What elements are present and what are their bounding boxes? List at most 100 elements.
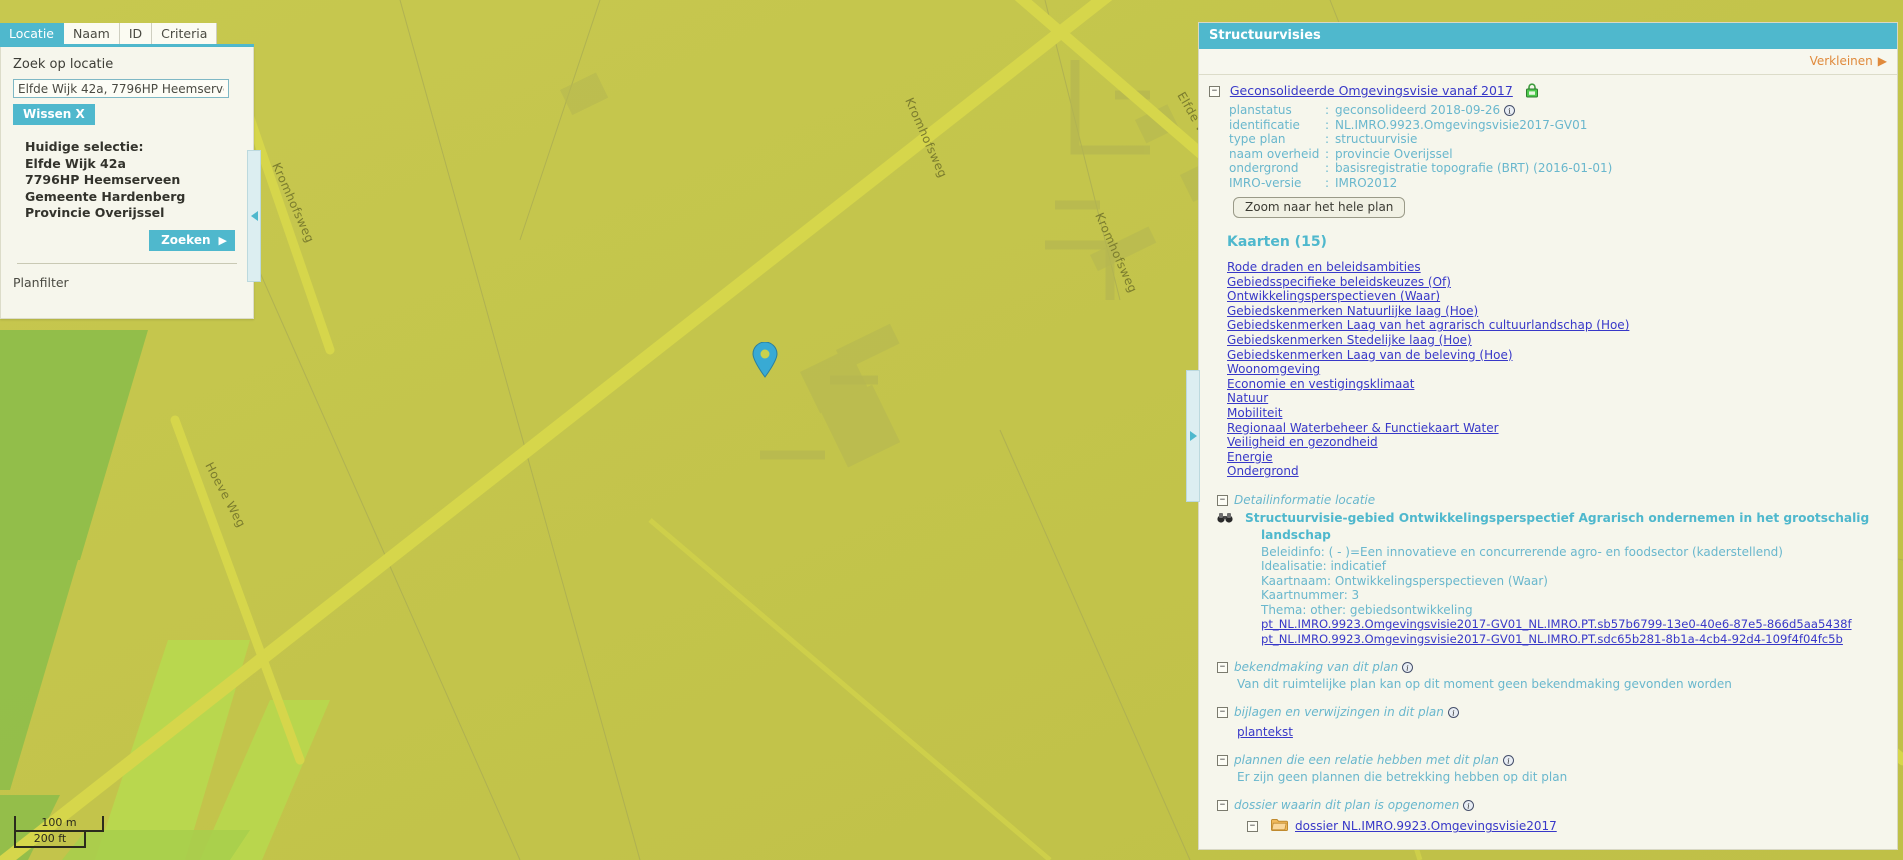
map-link[interactable]: Gebiedskenmerken Natuurlijke laag (Hoe)	[1227, 304, 1478, 318]
meta-value: structuurvisie	[1335, 132, 1418, 146]
arrow-right-icon: ▶	[1877, 54, 1887, 68]
selection-postcode-city: 7796HP Heemserveen	[25, 172, 181, 187]
detail-title: Structuurvisie-gebied Ontwikkelingspersp…	[1217, 511, 1887, 543]
search-input[interactable]	[13, 79, 229, 98]
attachments-label: bijlagen en verwijzingen in dit plan	[1234, 705, 1444, 720]
planobject-link[interactable]: pt_NL.IMRO.9923.Omgevingsvisie2017-GV01_…	[1261, 617, 1887, 632]
detail-prop: Kaartnaam: Ontwikkelingsperspectieven (W…	[1261, 573, 1548, 588]
meta-value: basisregistratie topografie (BRT) (2016-…	[1335, 161, 1613, 175]
tab-criteria[interactable]: Criteria	[152, 23, 218, 44]
map-link[interactable]: Regionaal Waterbeheer & Functiekaart Wat…	[1227, 421, 1499, 435]
map-scale-bar: 100 m 200 ft	[14, 816, 104, 848]
map-link[interactable]: Ontwikkelingsperspectieven (Waar)	[1227, 289, 1440, 303]
search-panel-body: Zoek op locatie Wissen X Huidige selecti…	[0, 47, 254, 319]
meta-separator: :	[1325, 161, 1330, 175]
plan-name-link[interactable]: Geconsolideerde Omgevingsvisie vanaf 201…	[1230, 83, 1513, 98]
zoom-to-plan-button[interactable]: Zoom naar het hele plan	[1233, 197, 1406, 218]
info-icon[interactable]: i	[1504, 105, 1516, 116]
meta-row: naam overheid : provincie Overijssel	[1229, 146, 1612, 163]
tree-collapse-toggle-plan[interactable]: −	[1209, 86, 1220, 97]
chevron-left-icon	[250, 211, 258, 221]
map-link[interactable]: Gebiedsspecifieke beleidskeuzes (Of)	[1227, 275, 1451, 289]
meta-value: geconsolideerd 2018-09-26 i	[1335, 103, 1612, 119]
right-panel-collapse-handle[interactable]	[1186, 370, 1200, 502]
map-link[interactable]: Natuur	[1227, 391, 1268, 405]
detail-prop: Idealisatie: indicatief	[1261, 559, 1386, 574]
detail-prop: Kaartnummer: 3	[1261, 588, 1360, 603]
map-link[interactable]: Ondergrond	[1227, 464, 1299, 478]
detail-section-header: − Detailinformatie locatie	[1217, 493, 1887, 507]
tree-collapse-toggle-detail[interactable]: −	[1217, 494, 1228, 506]
map-link[interactable]: Energie	[1227, 450, 1273, 464]
meta-row: ondergrond : basisregistratie topografie…	[1229, 161, 1613, 177]
info-panel-toolbar: Verkleinen ▶	[1199, 49, 1897, 75]
search-action-row: Zoeken ▶	[13, 229, 241, 251]
info-panel: Structuurvisies Verkleinen ▶ − Geconsolid…	[1198, 22, 1898, 850]
meta-separator: :	[1325, 103, 1330, 117]
map-location-marker[interactable]	[752, 341, 778, 378]
tab-id[interactable]: ID	[119, 23, 153, 44]
detail-section-label: Detailinformatie locatie	[1234, 492, 1376, 507]
plantekst-link[interactable]: plantekst	[1237, 725, 1293, 739]
tree-collapse-toggle-related[interactable]: −	[1217, 755, 1228, 767]
map-link[interactable]: Gebiedskenmerken Laag van de beleving (H…	[1227, 348, 1513, 362]
clear-search-button[interactable]: Wissen X	[13, 104, 95, 125]
scale-metric: 100 m	[14, 816, 104, 832]
detail-prop: Beleidinfo: ( - )=Een innovatieve en con…	[1261, 544, 1783, 559]
meta-separator: :	[1325, 132, 1330, 146]
meta-separator: :	[1325, 146, 1330, 161]
map-link[interactable]: Veiligheid en gezondheid	[1227, 435, 1378, 449]
detail-block: Structuurvisie-gebied Ontwikkelingspersp…	[1217, 511, 1887, 647]
announcement-label: bekendmaking van dit plan	[1234, 660, 1399, 675]
collapse-panel-link[interactable]: Verkleinen ▶	[1810, 54, 1887, 68]
detail-prop: Thema: other: gebiedsontwikkeling	[1261, 602, 1473, 617]
tab-naam[interactable]: Naam	[64, 23, 120, 44]
announcement-text: Van dit ruimtelijke plan kan op dit mome…	[1237, 677, 1732, 692]
meta-key: planstatus	[1229, 103, 1292, 117]
search-button-label: Zoeken	[161, 232, 211, 247]
info-icon[interactable]: i	[1402, 662, 1414, 674]
maps-section-title: Kaarten (15)	[1227, 234, 1327, 250]
info-icon[interactable]: i	[1447, 707, 1459, 719]
planfilter-label[interactable]: Planfilter	[13, 275, 241, 290]
dossier-section-header: − dossier waarin dit plan is opgenomen i	[1217, 798, 1887, 812]
dossier-row: − dossier NL.IMRO.9923.Omgevingsvisie201…	[1247, 818, 1887, 834]
list-item: Ondergrond	[1227, 464, 1887, 479]
left-panel-collapse-handle[interactable]	[247, 150, 261, 282]
map-link[interactable]: Gebiedskenmerken Laag van het agrarisch …	[1227, 318, 1629, 332]
search-button[interactable]: Zoeken ▶	[149, 229, 235, 251]
lock-icon	[1525, 83, 1539, 101]
map-link[interactable]: Rode draden en beleidsambities	[1227, 260, 1421, 274]
info-panel-title: Structuurvisies	[1199, 23, 1897, 49]
info-icon[interactable]: i	[1463, 800, 1475, 812]
selection-municipality: Gemeente Hardenberg	[25, 188, 186, 204]
tree-collapse-toggle-dossier-item[interactable]: −	[1247, 820, 1258, 832]
map-link[interactable]: Mobiliteit	[1227, 406, 1282, 420]
meta-row: identificatie : NL.IMRO.9923.Omgevingsvi…	[1229, 118, 1612, 134]
info-panel-body[interactable]: − Geconsolideerde Omgevingsvisie vanaf 2…	[1199, 75, 1897, 835]
plan-header: − Geconsolideerde Omgevingsvisie vanaf 2…	[1209, 83, 1887, 101]
list-item: Woonomgeving	[1227, 362, 1887, 377]
folder-icon	[1271, 818, 1288, 834]
dossier-link[interactable]: dossier NL.IMRO.9923.Omgevingsvisie2017	[1295, 819, 1557, 833]
planobject-link[interactable]: pt_NL.IMRO.9923.Omgevingsvisie2017-GV01_…	[1261, 632, 1887, 647]
map-link[interactable]: Gebiedskenmerken Stedelijke laag (Hoe)	[1227, 333, 1472, 347]
tab-locatie[interactable]: Locatie	[0, 23, 64, 44]
selection-province: Provincie Overijssel	[25, 205, 165, 220]
map-link[interactable]: Economie en vestigingsklimaat	[1227, 377, 1414, 391]
list-item: Gebiedskenmerken Stedelijke laag (Hoe)	[1227, 333, 1887, 348]
meta-separator: :	[1325, 175, 1330, 190]
maps-list: Rode draden en beleidsambities Gebiedssp…	[1227, 260, 1887, 479]
map-link[interactable]: Woonomgeving	[1227, 362, 1320, 376]
tree-collapse-toggle-attachments[interactable]: −	[1217, 707, 1228, 719]
search-panel: Locatie Naam ID Criteria Zoek op locatie…	[0, 22, 254, 319]
tree-collapse-toggle-announcement[interactable]: −	[1217, 662, 1228, 674]
scale-imperial: 200 ft	[14, 832, 86, 848]
tree-collapse-toggle-dossier[interactable]: −	[1217, 800, 1228, 812]
divider	[17, 262, 237, 264]
list-item: Gebiedskenmerken Laag van het agrarisch …	[1227, 318, 1887, 333]
announcement-section-header: − bekendmaking van dit plan i	[1217, 660, 1887, 674]
list-item: Gebiedskenmerken Laag van de beleving (H…	[1227, 348, 1887, 363]
info-icon[interactable]: i	[1502, 755, 1514, 767]
detail-properties: Beleidinfo: ( - )=Een innovatieve en con…	[1261, 545, 1887, 647]
